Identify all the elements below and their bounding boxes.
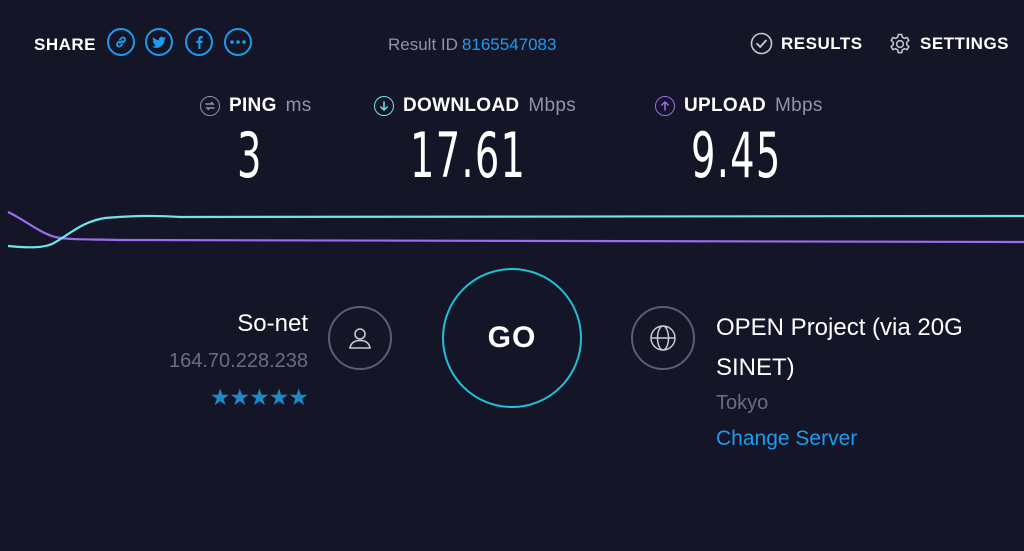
upload-unit: Mbps (775, 95, 823, 116)
server-name: OPEN Project (via 20G SINET) (716, 314, 963, 381)
isp-name: So-net (237, 310, 308, 337)
change-server-link[interactable]: Change Server (716, 427, 857, 451)
ping-value: 3 (237, 119, 263, 192)
ping-header: PING ms (200, 95, 312, 117)
ping-icon (200, 96, 220, 116)
upload-icon (655, 96, 675, 116)
result-id-label: Result ID (388, 35, 458, 54)
go-button[interactable]: GO (442, 268, 582, 408)
download-unit: Mbps (528, 95, 577, 116)
more-icon[interactable] (224, 28, 252, 56)
user-icon (328, 306, 392, 370)
download-header: DOWNLOAD Mbps (374, 95, 576, 117)
result-id-link[interactable]: 8165547083 (462, 35, 557, 54)
download-icon (374, 96, 394, 116)
go-label: GO (487, 321, 537, 354)
settings-button[interactable]: SETTINGS (888, 32, 1009, 56)
ping-label: PING (229, 95, 277, 116)
link-icon[interactable] (107, 28, 135, 56)
check-circle-icon (750, 32, 773, 55)
result-id-text: Result ID 8165547083 (388, 35, 556, 55)
globe-icon (631, 306, 695, 370)
download-label: DOWNLOAD (403, 95, 520, 116)
upload-value: 9.45 (691, 119, 782, 192)
upload-header: UPLOAD Mbps (655, 95, 823, 117)
settings-label: SETTINGS (920, 34, 1010, 53)
isp-ip: 164.70.228.238 (168, 350, 308, 372)
share-label: SHARE (34, 35, 97, 54)
upload-label: UPLOAD (684, 95, 767, 116)
twitter-icon[interactable] (145, 28, 173, 56)
facebook-icon[interactable] (185, 28, 213, 56)
results-button[interactable]: RESULTS (750, 32, 863, 55)
gear-icon (890, 33, 910, 54)
server-location: Tokyo (716, 392, 769, 414)
isp-rating-stars[interactable]: ★★★★★ (210, 384, 309, 411)
download-value: 17.61 (410, 119, 527, 192)
results-label: RESULTS (781, 33, 863, 53)
ping-unit: ms (285, 95, 312, 116)
speed-graph (7, 211, 1024, 249)
